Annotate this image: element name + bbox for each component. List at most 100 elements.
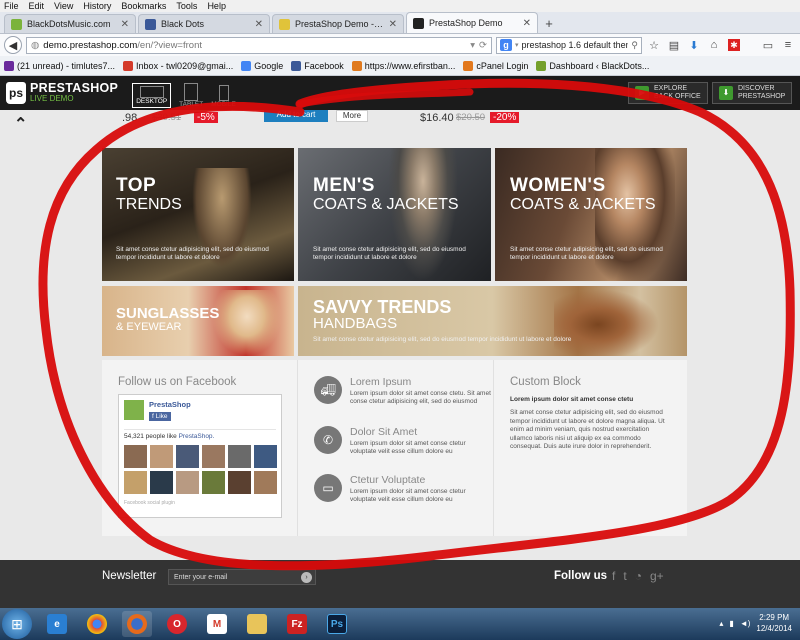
- menu-tools[interactable]: Tools: [176, 1, 197, 11]
- close-icon[interactable]: ✕: [389, 19, 397, 30]
- device-tablet-button[interactable]: TABLET: [179, 83, 203, 108]
- volume-icon[interactable]: ◄): [740, 619, 751, 628]
- avatar[interactable]: [150, 445, 173, 468]
- back-button[interactable]: ◀: [4, 36, 22, 54]
- magnifier-icon[interactable]: ⚲: [631, 40, 638, 51]
- avatar[interactable]: [202, 471, 225, 494]
- bookmark-item[interactable]: (21 unread) - timlutes7...: [4, 60, 115, 71]
- submit-arrow-icon[interactable]: ›: [301, 572, 312, 583]
- avatar[interactable]: [124, 471, 147, 494]
- like-label: Like: [155, 413, 168, 420]
- taskbar-mail[interactable]: M: [202, 611, 232, 637]
- avatar[interactable]: [254, 445, 277, 468]
- bookmark-item[interactable]: https://www.efirstban...: [351, 60, 455, 71]
- google-plus-icon[interactable]: g+: [650, 569, 664, 583]
- firefox-icon: [127, 614, 147, 634]
- section-heading: Follow us on Facebook: [118, 376, 237, 388]
- banner-mens-coats[interactable]: MEN'S COATS & JACKETS Sit amet conse cte…: [298, 148, 491, 281]
- network-icon[interactable]: ▮: [729, 619, 733, 628]
- menu-edit[interactable]: Edit: [29, 1, 45, 11]
- feature-item: 🚚︎ Lorem Ipsum Lorem ipsum dolor sit ame…: [314, 376, 493, 406]
- device-mobile-button[interactable]: MOBILE: [211, 85, 236, 108]
- address-bar[interactable]: ◍ demo.prestashop.com/en/?view=front ▾ ⟳: [26, 36, 492, 54]
- window-icon[interactable]: ▭: [760, 37, 776, 53]
- newsletter-email-input[interactable]: Enter your e-mail ›: [168, 569, 316, 585]
- tab-black-dots[interactable]: Black Dots ✕: [138, 14, 270, 33]
- taskbar-filezilla[interactable]: Fz: [282, 611, 312, 637]
- avatar[interactable]: [150, 471, 173, 494]
- banner-photo: [212, 290, 282, 356]
- taskbar-opera[interactable]: O: [162, 611, 192, 637]
- avatar[interactable]: [124, 445, 147, 468]
- bookmark-item[interactable]: cPanel Login: [463, 60, 528, 71]
- bookmark-item[interactable]: Dashboard ‹ BlackDots...: [536, 60, 649, 71]
- bookmark-item[interactable]: Inbox - twl0209@gmai...: [123, 60, 233, 71]
- search-input[interactable]: g ▾ prestashop 1.6 default theme ⚲: [496, 36, 642, 54]
- avatar[interactable]: [228, 471, 251, 494]
- menu-history[interactable]: History: [83, 1, 111, 11]
- avatar[interactable]: [254, 471, 277, 494]
- menu-view[interactable]: View: [54, 1, 73, 11]
- star-icon[interactable]: ☆: [646, 37, 662, 53]
- prestashop-logo[interactable]: ps PRESTASHOP LIVE DEMO: [6, 82, 118, 104]
- download-arrow-icon: ⬇: [719, 86, 733, 100]
- btn-line: EXPLORE: [654, 85, 688, 92]
- clipboard-icon[interactable]: ▤: [666, 37, 682, 53]
- google-icon[interactable]: g: [500, 39, 512, 51]
- like-count-link[interactable]: PrestaShop.: [179, 433, 215, 440]
- explore-back-office-button[interactable]: ▶ EXPLORE BACK OFFICE: [628, 82, 708, 104]
- facebook-like-button[interactable]: f Like: [149, 412, 171, 421]
- menu-file[interactable]: File: [4, 1, 19, 11]
- avatar[interactable]: [202, 445, 225, 468]
- tab-prestashop-demo[interactable]: PrestaShop Demo ✕: [406, 12, 538, 33]
- banner-title: TOP: [116, 175, 157, 196]
- bookmarks-bar: (21 unread) - timlutes7... Inbox - twl02…: [0, 56, 800, 76]
- close-icon[interactable]: ✕: [121, 19, 129, 30]
- taskbar-photoshop[interactable]: Ps: [322, 611, 352, 637]
- rss-icon[interactable]: ◔: [635, 569, 642, 583]
- addon-icon[interactable]: ✱: [726, 37, 742, 53]
- taskbar-firefox[interactable]: [122, 611, 152, 637]
- dropdown-icon[interactable]: ▾: [515, 41, 519, 49]
- add-to-cart-button[interactable]: Add to cart: [264, 110, 328, 122]
- facebook-page-name[interactable]: PrestaShop: [149, 400, 191, 409]
- menu-bookmarks[interactable]: Bookmarks: [121, 1, 166, 11]
- menu-help[interactable]: Help: [207, 1, 226, 11]
- discover-prestashop-button[interactable]: ⬇ DISCOVER PRESTASHOP: [712, 82, 793, 104]
- avatar[interactable]: [176, 445, 199, 468]
- avatar[interactable]: [228, 445, 251, 468]
- tab-prestashop-explore[interactable]: PrestaShop Demo - Explore... ✕: [272, 14, 404, 33]
- menu-hamburger-icon[interactable]: ≡: [780, 37, 796, 53]
- device-desktop-button[interactable]: DESKTOP: [132, 83, 172, 108]
- close-icon[interactable]: ✕: [523, 18, 531, 29]
- taskbar-explorer[interactable]: [242, 611, 272, 637]
- close-icon[interactable]: ✕: [255, 19, 263, 30]
- dropdown-arrow-icon[interactable]: ▾: [470, 40, 475, 51]
- tab-blackdotsmusic[interactable]: BlackDotsMusic.com ✕: [4, 14, 136, 33]
- home-icon[interactable]: ⌂: [706, 37, 722, 53]
- reload-icon[interactable]: ⟳: [479, 40, 487, 51]
- avatar[interactable]: [176, 471, 199, 494]
- banner-savvy-trends[interactable]: SAVVY TRENDS HANDBAGS Sit amet conse cte…: [298, 286, 687, 356]
- navigation-bar: ◀ ◍ demo.prestashop.com/en/?view=front ▾…: [0, 34, 800, 56]
- bookmark-label: Facebook: [304, 60, 344, 71]
- taskbar-chrome[interactable]: [82, 611, 112, 637]
- more-button[interactable]: More: [336, 110, 368, 122]
- show-hidden-icons-icon[interactable]: ▴: [719, 619, 723, 628]
- banner-title: MEN'S: [313, 175, 375, 196]
- twitter-icon[interactable]: t: [623, 569, 626, 583]
- banner-subtitle: & EYEWEAR: [116, 321, 182, 333]
- download-icon[interactable]: ⬇: [686, 37, 702, 53]
- opera-icon: O: [167, 614, 187, 634]
- banner-womens-coats[interactable]: WOMEN'S COATS & JACKETS Sit amet conse c…: [495, 148, 687, 281]
- taskbar-ie[interactable]: e: [42, 611, 72, 637]
- bookmark-item[interactable]: Google: [241, 60, 283, 71]
- banner-sunglasses[interactable]: SUNGLASSES & EYEWEAR: [102, 286, 294, 356]
- facebook-icon[interactable]: f: [612, 569, 615, 583]
- feature-title: Lorem Ipsum: [350, 376, 412, 388]
- banner-top-trends[interactable]: TOP TRENDS Sit amet conse ctetur adipisi…: [102, 148, 294, 281]
- clock[interactable]: 2:29 PM 12/4/2014: [756, 612, 792, 634]
- start-button[interactable]: ⊞: [2, 609, 32, 639]
- new-tab-button[interactable]: +: [540, 14, 558, 33]
- bookmark-item[interactable]: Facebook: [291, 60, 344, 71]
